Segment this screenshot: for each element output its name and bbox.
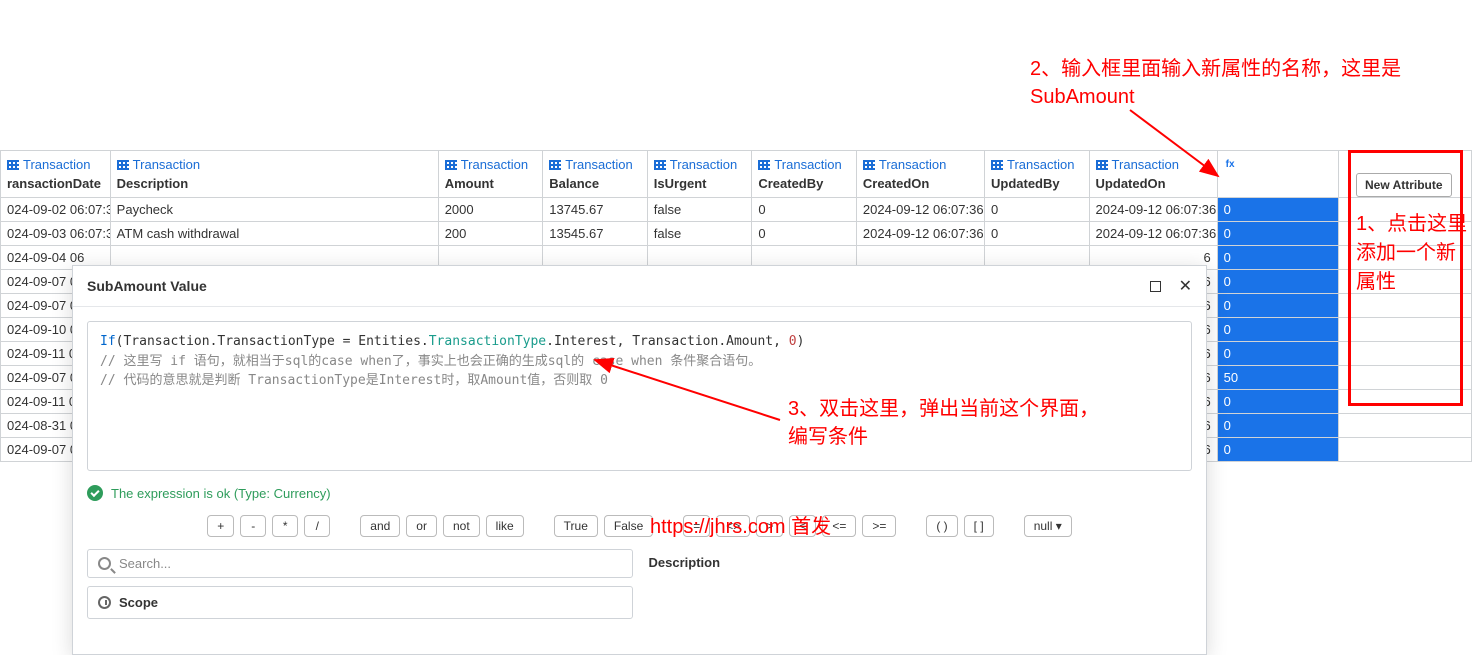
cell-subamount: 50: [1217, 366, 1338, 390]
cell-updatedby: 0: [985, 222, 1090, 246]
column-header-updatedon[interactable]: TransactionUpdatedOn: [1089, 151, 1217, 198]
cell-subamount: 0: [1217, 318, 1338, 342]
new-attribute-button[interactable]: New Attribute: [1356, 173, 1452, 197]
dialog-title: SubAmount Value: [87, 278, 207, 294]
cell-balance: 13545.67: [543, 222, 648, 246]
op-btn-null[interactable]: null ▾: [1024, 515, 1072, 537]
column-header-createdon[interactable]: TransactionCreatedOn: [856, 151, 984, 198]
operator-toolbar: +-*/andornotlikeTrueFalse=<>><<=>=( )[ ]…: [73, 511, 1206, 549]
annotation-1: 1、点击这里添加一个新属性: [1356, 210, 1472, 297]
cell-empty: [1338, 366, 1471, 390]
cell-empty: [1338, 414, 1471, 438]
cell-balance: 13745.67: [543, 198, 648, 222]
column-header-ransactiondate[interactable]: TransactionransactionDate: [1, 151, 111, 198]
op-btn-false[interactable]: False: [604, 515, 653, 537]
column-header-amount[interactable]: TransactionAmount: [438, 151, 543, 198]
table-row[interactable]: 024-09-03 06:07:36ATM cash withdrawal200…: [1, 222, 1472, 246]
cell-subamount: 0: [1217, 246, 1338, 270]
op-btn-[interactable]: [ ]: [964, 515, 994, 537]
annotation-3: 3、双击这里，弹出当前这个界面， 编写条件: [788, 395, 1099, 451]
cell-subamount: 0: [1217, 198, 1338, 222]
op-btn-true[interactable]: True: [554, 515, 598, 537]
close-icon[interactable]: ✕: [1179, 276, 1192, 296]
expression-editor-dialog: SubAmount Value ✕ If(Transaction.Transac…: [72, 265, 1207, 655]
op-btn-and[interactable]: and: [360, 515, 400, 537]
table-row[interactable]: 024-09-02 06:07:36Paycheck200013745.67fa…: [1, 198, 1472, 222]
cell-createdon: 2024-09-12 06:07:36: [856, 198, 984, 222]
cell-empty: [1338, 438, 1471, 462]
cell-subamount: 0: [1217, 222, 1338, 246]
op-btn-[interactable]: -: [240, 515, 266, 537]
cell-subamount: 0: [1217, 438, 1338, 462]
cell-updatedon: 2024-09-12 06:07:36: [1089, 198, 1217, 222]
op-btn-[interactable]: +: [207, 515, 234, 537]
cell-updatedby: 0: [985, 198, 1090, 222]
cell-subamount: 0: [1217, 270, 1338, 294]
search-input[interactable]: Search...: [87, 549, 633, 578]
op-btn-[interactable]: >=: [862, 515, 896, 537]
op-btn-like[interactable]: like: [486, 515, 524, 537]
column-header-description[interactable]: TransactionDescription: [110, 151, 438, 198]
cell-subamount: 0: [1217, 342, 1338, 366]
cell-amount: 200: [438, 222, 543, 246]
cell-desc: ATM cash withdrawal: [110, 222, 438, 246]
cell-empty: [1338, 390, 1471, 414]
op-btn-or[interactable]: or: [406, 515, 437, 537]
annotation-site: https://jhrs.com 首发: [650, 510, 831, 539]
cell-date: 024-09-03 06:07:36: [1, 222, 111, 246]
op-btn-not[interactable]: not: [443, 515, 480, 537]
cell-date: 024-09-02 06:07:36: [1, 198, 111, 222]
cell-amount: 2000: [438, 198, 543, 222]
check-icon: [87, 485, 103, 501]
cell-urgent: false: [647, 198, 752, 222]
scope-icon: [98, 596, 111, 609]
cell-subamount: 0: [1217, 294, 1338, 318]
op-btn-[interactable]: *: [272, 515, 298, 537]
cell-updatedon: 2024-09-12 06:07:36: [1089, 222, 1217, 246]
column-header-subamount[interactable]: fxIf(Transaction...SubAmount: [1217, 151, 1338, 198]
op-btn-[interactable]: ( ): [926, 515, 957, 537]
column-header-isurgent[interactable]: TransactionIsUrgent: [647, 151, 752, 198]
scope-section[interactable]: Scope: [87, 586, 633, 619]
cell-subamount: 0: [1217, 414, 1338, 438]
description-label: Description: [647, 549, 1193, 576]
cell-empty: [1338, 342, 1471, 366]
cell-createdby: 0: [752, 198, 857, 222]
cell-subamount: 0: [1217, 390, 1338, 414]
maximize-icon[interactable]: [1150, 281, 1161, 292]
column-header-updatedby[interactable]: TransactionUpdatedBy: [985, 151, 1090, 198]
op-btn-[interactable]: /: [304, 515, 330, 537]
column-header-balance[interactable]: TransactionBalance: [543, 151, 648, 198]
annotation-2: 2、输入框里面输入新属性的名称，这里是SubAmount: [1030, 55, 1472, 111]
search-icon: [98, 557, 111, 570]
cell-createdon: 2024-09-12 06:07:36: [856, 222, 984, 246]
cell-desc: Paycheck: [110, 198, 438, 222]
expression-status: The expression is ok (Type: Currency): [111, 486, 331, 501]
cell-urgent: false: [647, 222, 752, 246]
cell-createdby: 0: [752, 222, 857, 246]
cell-empty: [1338, 294, 1471, 318]
column-header-createdby[interactable]: TransactionCreatedBy: [752, 151, 857, 198]
cell-empty: [1338, 318, 1471, 342]
